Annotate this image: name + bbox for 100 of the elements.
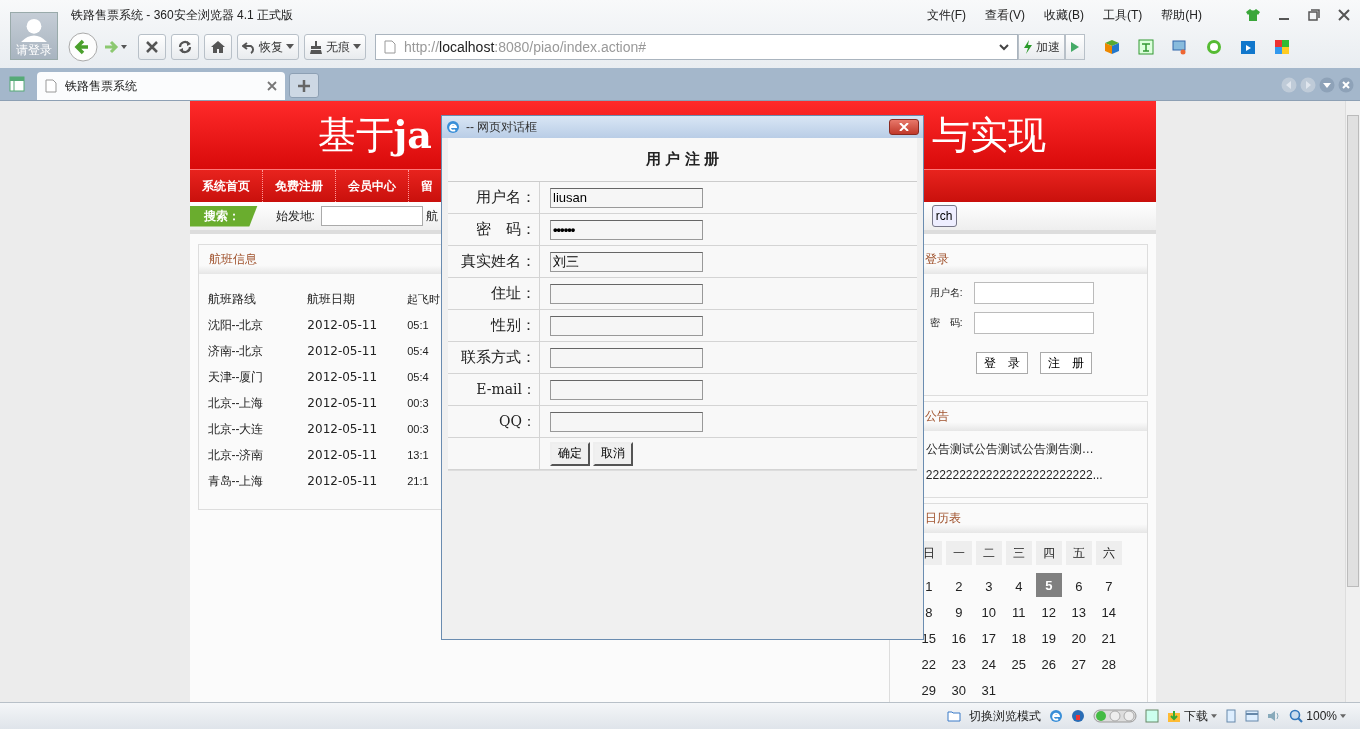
calendar-day[interactable]: 14: [1095, 599, 1122, 625]
forward-arrow-icon[interactable]: [103, 39, 129, 55]
scrollbar[interactable]: [1345, 101, 1360, 702]
folder-icon[interactable]: [947, 710, 962, 722]
calendar-day[interactable]: 7: [1095, 573, 1122, 599]
video-icon[interactable]: [1240, 39, 1256, 55]
color-grid-icon[interactable]: [1274, 39, 1290, 55]
calendar-day[interactable]: 30: [945, 677, 972, 702]
calendar-day[interactable]: 6: [1065, 573, 1092, 599]
dropdown-caret-icon[interactable]: [999, 43, 1009, 51]
notice-link[interactable]: 公告测试公告测试公告测告测…: [925, 441, 1147, 458]
menu-item[interactable]: 文件(F): [926, 6, 966, 24]
calendar-day[interactable]: 26: [1035, 651, 1062, 677]
password-field[interactable]: [973, 312, 1094, 334]
close-tab-icon[interactable]: [267, 81, 277, 91]
caret-icon: [286, 44, 294, 50]
username-field[interactable]: [973, 282, 1094, 304]
download-button[interactable]: 下载: [1167, 707, 1218, 725]
form-button[interactable]: 取消: [593, 441, 633, 466]
text-field[interactable]: [550, 379, 703, 400]
notice-link[interactable]: 2222222222222222222222222...: [925, 468, 1147, 482]
text-field[interactable]: 刘三: [550, 251, 703, 272]
caret-icon: [1211, 713, 1218, 719]
calendar-day[interactable]: 3: [975, 573, 1002, 599]
table-cell-text: 05:4: [407, 344, 430, 359]
close-icon[interactable]: [1338, 9, 1350, 21]
menu-item[interactable]: 帮助(H): [1161, 6, 1202, 24]
menu-item[interactable]: 查看(V): [985, 6, 1025, 24]
restore-button[interactable]: 恢复: [237, 34, 299, 60]
text-field[interactable]: [550, 411, 703, 432]
calendar-day[interactable]: 10: [975, 599, 1002, 625]
calendar-day[interactable]: 13: [1065, 599, 1092, 625]
refresh-icon: [177, 39, 193, 55]
weekday-header: 四: [1035, 541, 1062, 565]
calendar-day[interactable]: 4: [1005, 573, 1032, 599]
address-bar[interactable]: http://localhost:8080/piao/index.action#: [375, 34, 1018, 60]
calendar-day[interactable]: 29: [915, 677, 942, 702]
dialog-title: -- 网页对话框: [466, 118, 539, 136]
text-field[interactable]: [550, 315, 703, 336]
close-button[interactable]: [889, 119, 919, 135]
password-field[interactable]: ••••••: [550, 219, 703, 240]
incognito-button[interactable]: 无痕: [304, 34, 366, 60]
table-cell-text: 天津--厦门: [207, 368, 265, 386]
tab-list-icon[interactable]: [1319, 77, 1335, 93]
column-header: 航班路线: [207, 286, 308, 312]
accelerate-button[interactable]: 加速: [1018, 34, 1065, 60]
calendar-day[interactable]: 2: [945, 573, 972, 599]
calendar-day[interactable]: 5: [1035, 573, 1062, 597]
stop-button[interactable]: [138, 34, 166, 60]
menu-item[interactable]: 工具(T): [1103, 6, 1143, 24]
text-field[interactable]: [550, 283, 703, 304]
browse-mode-link[interactable]: 切换浏览模式: [969, 707, 1042, 725]
document-icon[interactable]: [1225, 709, 1238, 723]
field-label: 密 码：: [448, 214, 540, 245]
origin-field[interactable]: [320, 206, 423, 226]
form-button[interactable]: 确定: [550, 441, 590, 466]
lightning-icon: [1023, 40, 1033, 54]
calendar-day[interactable]: 24: [975, 651, 1002, 677]
weekday-header: 一: [945, 541, 972, 565]
calendar-day[interactable]: 21: [1095, 625, 1122, 651]
calendar-day[interactable]: 23: [945, 651, 972, 677]
speaker-icon[interactable]: [1267, 709, 1282, 723]
search-button[interactable]: rch: [931, 205, 957, 227]
close-tabs-icon[interactable]: [1338, 77, 1354, 93]
calendar-day[interactable]: 28: [1095, 651, 1122, 677]
cube-icon[interactable]: [1104, 39, 1120, 55]
go-button[interactable]: [1065, 34, 1085, 60]
login-form-button[interactable]: 登 录: [975, 352, 1028, 374]
home-button[interactable]: [204, 34, 232, 60]
browser-tab[interactable]: 铁路售票系统: [37, 72, 285, 100]
card-icon[interactable]: [1245, 710, 1260, 722]
restore-window-icon[interactable]: [1308, 9, 1320, 21]
calendar-day[interactable]: 19: [1035, 625, 1062, 651]
calendar-day[interactable]: 12: [1035, 599, 1062, 625]
calendar-day[interactable]: 16: [945, 625, 972, 651]
calendar-day[interactable]: 18: [1005, 625, 1032, 651]
shirt-icon[interactable]: [1246, 9, 1260, 21]
sidebar-panel-icon[interactable]: [9, 76, 25, 92]
calendar-day[interactable]: 20: [1065, 625, 1092, 651]
calendar-day[interactable]: 31: [975, 677, 1002, 702]
zoom-level[interactable]: 100%: [1289, 709, 1346, 723]
menu-item[interactable]: 收藏(B): [1044, 6, 1084, 24]
calendar-day[interactable]: 11: [1005, 599, 1032, 625]
browser-e-icon[interactable]: [1049, 709, 1064, 723]
new-tab-button[interactable]: [289, 73, 319, 98]
calendar-day[interactable]: 25: [1005, 651, 1032, 677]
calendar-day[interactable]: 9: [945, 599, 972, 625]
url-text: http://localhost:8080/piao/index.action#: [404, 39, 648, 55]
text-field[interactable]: [550, 347, 703, 368]
shield-icon[interactable]: [1071, 709, 1086, 723]
calendar-day[interactable]: 22: [915, 651, 942, 677]
calendar-day[interactable]: 27: [1065, 651, 1092, 677]
login-form-button[interactable]: 注 册: [1039, 352, 1092, 374]
text-field[interactable]: liusan: [550, 187, 703, 208]
toggle-lights-icon[interactable]: [1093, 709, 1138, 723]
column-header: 航班日期: [307, 286, 408, 312]
field-label: 性别：: [448, 310, 540, 341]
refresh-button[interactable]: [171, 34, 199, 60]
window-icon[interactable]: [1145, 709, 1160, 723]
calendar-day[interactable]: 17: [975, 625, 1002, 651]
